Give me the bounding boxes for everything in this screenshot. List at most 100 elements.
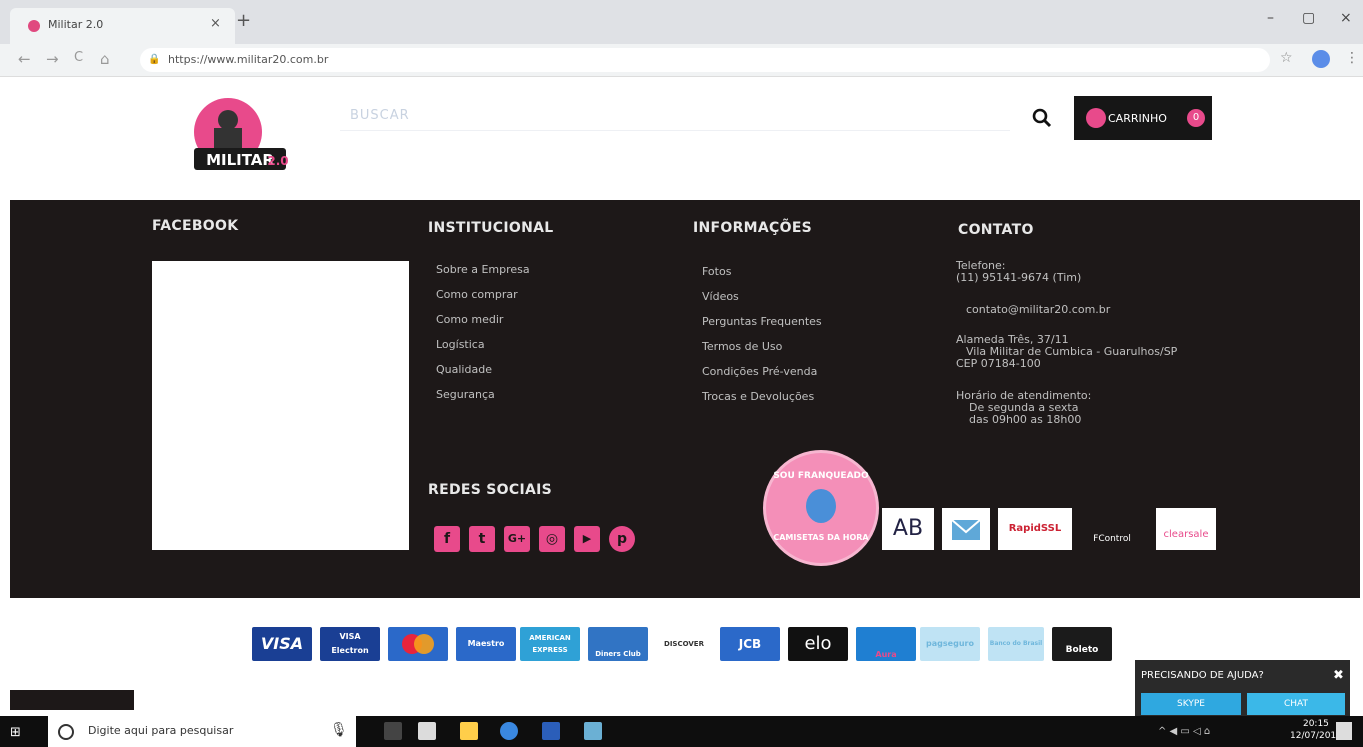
file-explorer-icon[interactable] xyxy=(460,722,478,740)
facebook-icon[interactable]: f xyxy=(434,526,460,552)
task-view-icon[interactable] xyxy=(384,722,402,740)
link-seguranca[interactable]: Segurança xyxy=(436,388,495,401)
payment-mastercard xyxy=(388,627,448,661)
maximize-button[interactable]: ▢ xyxy=(1302,10,1315,26)
close-window-button[interactable]: × xyxy=(1340,10,1352,26)
twitter-icon[interactable]: t xyxy=(469,526,495,552)
taskbar-clock[interactable]: 20:15 12/07/2019 xyxy=(1290,718,1342,742)
cart-icon xyxy=(1086,108,1106,128)
browser-menu-icon[interactable]: ⋮ xyxy=(1345,50,1359,66)
search-icon[interactable] xyxy=(1030,106,1054,130)
tab-close-button[interactable]: × xyxy=(210,16,221,31)
seal-rapidssl[interactable]: RapidSSL xyxy=(998,508,1072,550)
photos-app-icon[interactable] xyxy=(418,722,436,740)
youtube-icon[interactable]: ▶ xyxy=(574,526,600,552)
cortana-icon xyxy=(58,724,74,740)
tab-title: Militar 2.0 xyxy=(48,18,104,31)
back-icon[interactable]: ← xyxy=(18,50,31,68)
payment-diners: Diners Club xyxy=(588,627,648,661)
taskbar-search[interactable]: Digite aqui para pesquisar 🎙 xyxy=(48,716,356,747)
link-como-medir[interactable]: Como medir xyxy=(436,313,503,326)
envelope-icon xyxy=(951,519,981,540)
link-logistica[interactable]: Logística xyxy=(436,338,485,351)
profile-avatar[interactable] xyxy=(1312,50,1330,68)
svg-text:MILITAR: MILITAR xyxy=(206,151,274,169)
google-plus-icon[interactable]: G+ xyxy=(504,526,530,552)
institucional-heading: INSTITUCIONAL xyxy=(428,220,554,236)
seal-fcontrol[interactable]: FControl xyxy=(1080,508,1144,550)
payment-discover: DISCOVER xyxy=(656,627,712,661)
redes-sociais-heading: REDES SOCIAIS xyxy=(428,482,552,498)
contato-heading: CONTATO xyxy=(958,222,1034,238)
search-input[interactable]: BUSCAR xyxy=(350,108,410,123)
lock-icon: 🔒 xyxy=(148,54,161,65)
link-videos[interactable]: Vídeos xyxy=(702,290,739,303)
link-condicoes-pre-venda[interactable]: Condições Pré-venda xyxy=(702,365,817,378)
payment-pagseguro: pagseguro xyxy=(920,627,980,661)
chat-close-icon[interactable]: ✖ xyxy=(1333,668,1344,683)
seal-clearsale[interactable]: clearsale xyxy=(1156,508,1216,550)
word-icon[interactable] xyxy=(542,722,560,740)
favicon-icon xyxy=(28,20,40,32)
minimize-button[interactable]: – xyxy=(1267,10,1274,26)
new-tab-button[interactable]: + xyxy=(236,10,251,31)
payment-banco-do-brasil: Banco do Brasil xyxy=(988,627,1044,661)
cart-button[interactable]: CARRINHO 0 xyxy=(1074,96,1212,140)
payment-visa-electron: VISA Electron xyxy=(320,627,380,661)
cart-label: CARRINHO xyxy=(1108,112,1167,125)
seal-ab[interactable]: AB xyxy=(882,508,934,550)
pinterest-icon[interactable]: p xyxy=(609,526,635,552)
svg-text:2.0: 2.0 xyxy=(267,154,288,168)
help-chat-widget: PRECISANDO DE AJUDA? ✖ SKYPE CHAT xyxy=(1135,660,1350,720)
mastercard-icon xyxy=(402,634,434,654)
link-fotos[interactable]: Fotos xyxy=(702,265,731,278)
skype-button[interactable]: SKYPE xyxy=(1141,693,1241,715)
instagram-icon[interactable]: ◎ xyxy=(539,526,565,552)
facebook-heading: FACEBOOK xyxy=(152,218,239,234)
franquia-bottom-text: CAMISETAS DA HORA xyxy=(773,533,869,542)
franquia-badge[interactable]: SOU FRANQUEADO CAMISETAS DA HORA xyxy=(763,450,879,566)
app-icon[interactable] xyxy=(584,722,602,740)
link-perguntas-frequentes[interactable]: Perguntas Frequentes xyxy=(702,315,822,328)
chat-button[interactable]: CHAT xyxy=(1247,693,1345,715)
cart-count-badge: 0 xyxy=(1187,109,1205,127)
mascot-icon xyxy=(806,489,836,523)
home-icon[interactable]: ⌂ xyxy=(100,50,110,68)
footer-bottom-bar xyxy=(10,690,134,710)
chrome-icon[interactable] xyxy=(500,722,518,740)
site-logo[interactable]: MILITAR 2.0 xyxy=(180,92,288,182)
phone-number: (11) 95141-9674 (Tim) xyxy=(956,271,1082,284)
forward-icon[interactable]: → xyxy=(46,50,59,68)
windows-start-icon[interactable]: ⊞ xyxy=(10,725,21,740)
search-underline xyxy=(340,130,1010,131)
clock-time: 20:15 xyxy=(1302,719,1329,729)
system-tray[interactable]: ^ ◀ ▭ ◁ ⌂ xyxy=(1158,726,1210,737)
franquia-top-text: SOU FRANQUEADO xyxy=(773,471,869,481)
clock-date: 12/07/2019 xyxy=(1290,731,1342,741)
help-question: PRECISANDO DE AJUDA? xyxy=(1141,670,1264,681)
payment-maestro: Maestro xyxy=(456,627,516,661)
contact-email[interactable]: contato@militar20.com.br xyxy=(966,304,1110,316)
payment-elo: elo xyxy=(788,627,848,661)
hours-time: das 09h00 as 18h00 xyxy=(969,413,1082,426)
payment-aura: Aura xyxy=(856,627,916,661)
reload-icon[interactable]: C xyxy=(74,50,83,65)
link-sobre-empresa[interactable]: Sobre a Empresa xyxy=(436,263,530,276)
bookmark-star-icon[interactable]: ☆ xyxy=(1280,50,1293,66)
payment-amex: AMERICAN EXPRESS xyxy=(520,627,580,661)
browser-tab[interactable]: Militar 2.0 × xyxy=(10,8,235,44)
notification-icon[interactable] xyxy=(1336,722,1352,740)
payment-jcb: JCB xyxy=(720,627,780,661)
seal-ebit[interactable] xyxy=(942,508,990,550)
link-termos-de-uso[interactable]: Termos de Uso xyxy=(702,340,782,353)
link-trocas-devolucoes[interactable]: Trocas e Devoluções xyxy=(702,390,814,403)
url-text[interactable]: https://www.militar20.com.br xyxy=(168,53,328,66)
informacoes-heading: INFORMAÇÕES xyxy=(693,220,813,236)
facebook-widget[interactable] xyxy=(152,261,409,550)
link-qualidade[interactable]: Qualidade xyxy=(436,363,492,376)
address-line-3: CEP 07184-100 xyxy=(956,357,1041,370)
link-como-comprar[interactable]: Como comprar xyxy=(436,288,518,301)
payment-visa: VISA xyxy=(252,627,312,661)
microphone-icon[interactable]: 🎙 xyxy=(330,722,348,738)
taskbar-search-placeholder: Digite aqui para pesquisar xyxy=(88,724,234,737)
